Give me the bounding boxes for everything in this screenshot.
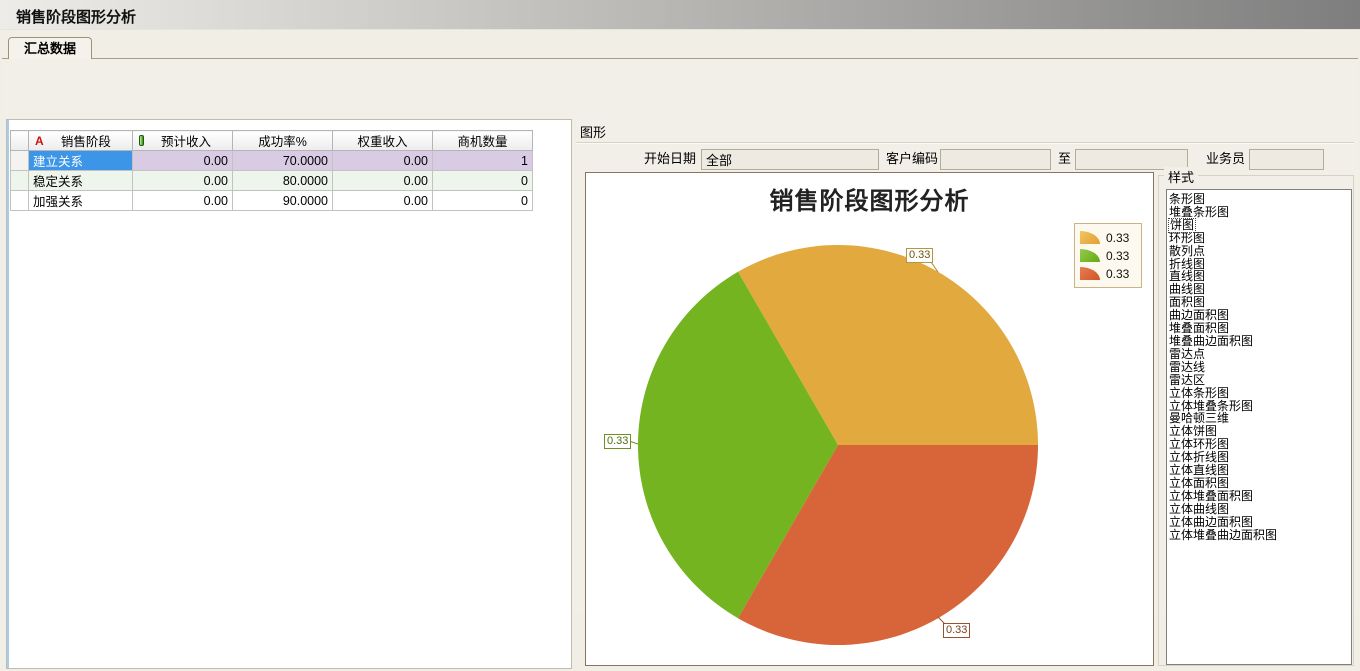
style-item[interactable]: 环形图 (1169, 232, 1351, 245)
salesman-label: 业务员 (1203, 149, 1245, 169)
chart-legend: 0.33 0.33 0.33 (1074, 223, 1142, 288)
col-header-success[interactable]: 成功率% (233, 131, 333, 151)
style-item[interactable]: 雷达线 (1169, 361, 1351, 374)
style-item[interactable]: 散列点 (1169, 245, 1351, 258)
row-header-corner (11, 131, 29, 151)
legend-label: 0.33 (1106, 249, 1129, 263)
legend-swatch-red-icon (1080, 267, 1100, 280)
data-label-orange: 0.33 (906, 248, 933, 263)
style-item[interactable]: 立体曲线图 (1169, 503, 1351, 516)
style-item[interactable]: 雷达区 (1169, 374, 1351, 387)
table-header-row: A 销售阶段 预计收入 成功率% 权重收入 商机数量 (11, 131, 533, 151)
title-bar: 销售阶段图形分析 (0, 0, 1360, 30)
row-header-cell[interactable] (11, 151, 29, 171)
col-header-count[interactable]: 商机数量 (433, 131, 533, 151)
tab-label: 汇总数据 (24, 41, 76, 56)
summary-table-panel: A 销售阶段 预计收入 成功率% 权重收入 商机数量 建立关系 0.00 (6, 119, 572, 669)
table-row-selected[interactable]: 建立关系 0.00 70.0000 0.00 1 (11, 151, 533, 171)
col-header-stage[interactable]: A 销售阶段 (29, 131, 133, 151)
cell-stage[interactable]: 建立关系 (29, 151, 133, 171)
cell-count[interactable]: 1 (433, 151, 533, 171)
row-header-cell[interactable] (11, 191, 29, 211)
legend-item: 0.33 (1080, 229, 1136, 246)
chart-area: 销售阶段图形分析 0.33 0.33 0.33 0.33 (585, 172, 1154, 666)
style-item[interactable]: 立体条形图 (1169, 387, 1351, 400)
cell-stage[interactable]: 加强关系 (29, 191, 133, 211)
style-item[interactable]: 堆叠曲边面积图 (1169, 335, 1351, 348)
cell-count[interactable]: 0 (433, 171, 533, 191)
cell-success[interactable]: 80.0000 (233, 171, 333, 191)
cell-success[interactable]: 70.0000 (233, 151, 333, 171)
cell-success[interactable]: 90.0000 (233, 191, 333, 211)
style-item[interactable]: 立体曲边面积图 (1169, 516, 1351, 529)
style-item[interactable]: 立体直线图 (1169, 464, 1351, 477)
table-row[interactable]: 加强关系 0.00 90.0000 0.00 0 (11, 191, 533, 211)
cell-count[interactable]: 0 (433, 191, 533, 211)
table-row[interactable]: 稳定关系 0.00 80.0000 0.00 0 (11, 171, 533, 191)
sales-stage-table: A 销售阶段 预计收入 成功率% 权重收入 商机数量 建立关系 0.00 (10, 130, 533, 211)
start-date-input[interactable] (701, 149, 879, 170)
legend-swatch-green-icon (1080, 249, 1100, 262)
graph-group-separator (576, 142, 1354, 144)
style-item[interactable]: 立体面积图 (1169, 477, 1351, 490)
cell-stage[interactable]: 稳定关系 (29, 171, 133, 191)
legend-item: 0.33 (1080, 247, 1136, 264)
pie-chart (586, 173, 1155, 667)
style-item[interactable]: 立体堆叠曲边面积图 (1169, 529, 1351, 542)
legend-label: 0.33 (1106, 231, 1129, 245)
style-item[interactable]: 雷达点 (1169, 348, 1351, 361)
filter-row: 开始日期 客户编码 至 业务员 (574, 149, 1358, 171)
customer-code-label: 客户编码 (884, 149, 938, 169)
salesman-input[interactable] (1249, 149, 1324, 170)
styles-group-label: 样式 (1164, 167, 1198, 186)
style-item[interactable]: 条形图 (1169, 193, 1351, 206)
col-header-expected[interactable]: 预计收入 (133, 131, 233, 151)
cell-expected[interactable]: 0.00 (133, 151, 233, 171)
legend-swatch-orange-icon (1080, 231, 1100, 244)
cell-weighted[interactable]: 0.00 (333, 151, 433, 171)
data-label-green: 0.33 (604, 434, 631, 449)
page-title: 销售阶段图形分析 (16, 6, 136, 27)
sort-a-icon: A (33, 134, 44, 148)
legend-label: 0.33 (1106, 267, 1129, 281)
style-item-selected[interactable]: 饼图 (1169, 219, 1195, 232)
content-area: A 销售阶段 预计收入 成功率% 权重收入 商机数量 建立关系 0.00 (2, 58, 1358, 614)
col-header-weighted[interactable]: 权重收入 (333, 131, 433, 151)
data-label-red: 0.33 (943, 623, 970, 638)
graph-panel: 图形 开始日期 客户编码 至 业务员 销售阶段图形分析 (574, 119, 1358, 671)
start-date-label: 开始日期 (642, 149, 696, 169)
cell-weighted[interactable]: 0.00 (333, 191, 433, 211)
legend-item: 0.33 (1080, 265, 1136, 282)
row-header-cell[interactable] (11, 171, 29, 191)
graph-group-label: 图形 (580, 122, 606, 141)
style-item[interactable]: 堆叠条形图 (1169, 206, 1351, 219)
cell-weighted[interactable]: 0.00 (333, 171, 433, 191)
customer-code-input[interactable] (940, 149, 1051, 170)
cell-expected[interactable]: 0.00 (133, 191, 233, 211)
style-item[interactable]: 立体堆叠面积图 (1169, 490, 1351, 503)
styles-list: 条形图 堆叠条形图 饼图 环形图 散列点 折线图 直线图 曲线图 面积图 曲边面… (1166, 189, 1352, 665)
cell-expected[interactable]: 0.00 (133, 171, 233, 191)
to-label: 至 (1058, 149, 1074, 169)
tab-summary-data[interactable]: 汇总数据 (8, 37, 92, 59)
